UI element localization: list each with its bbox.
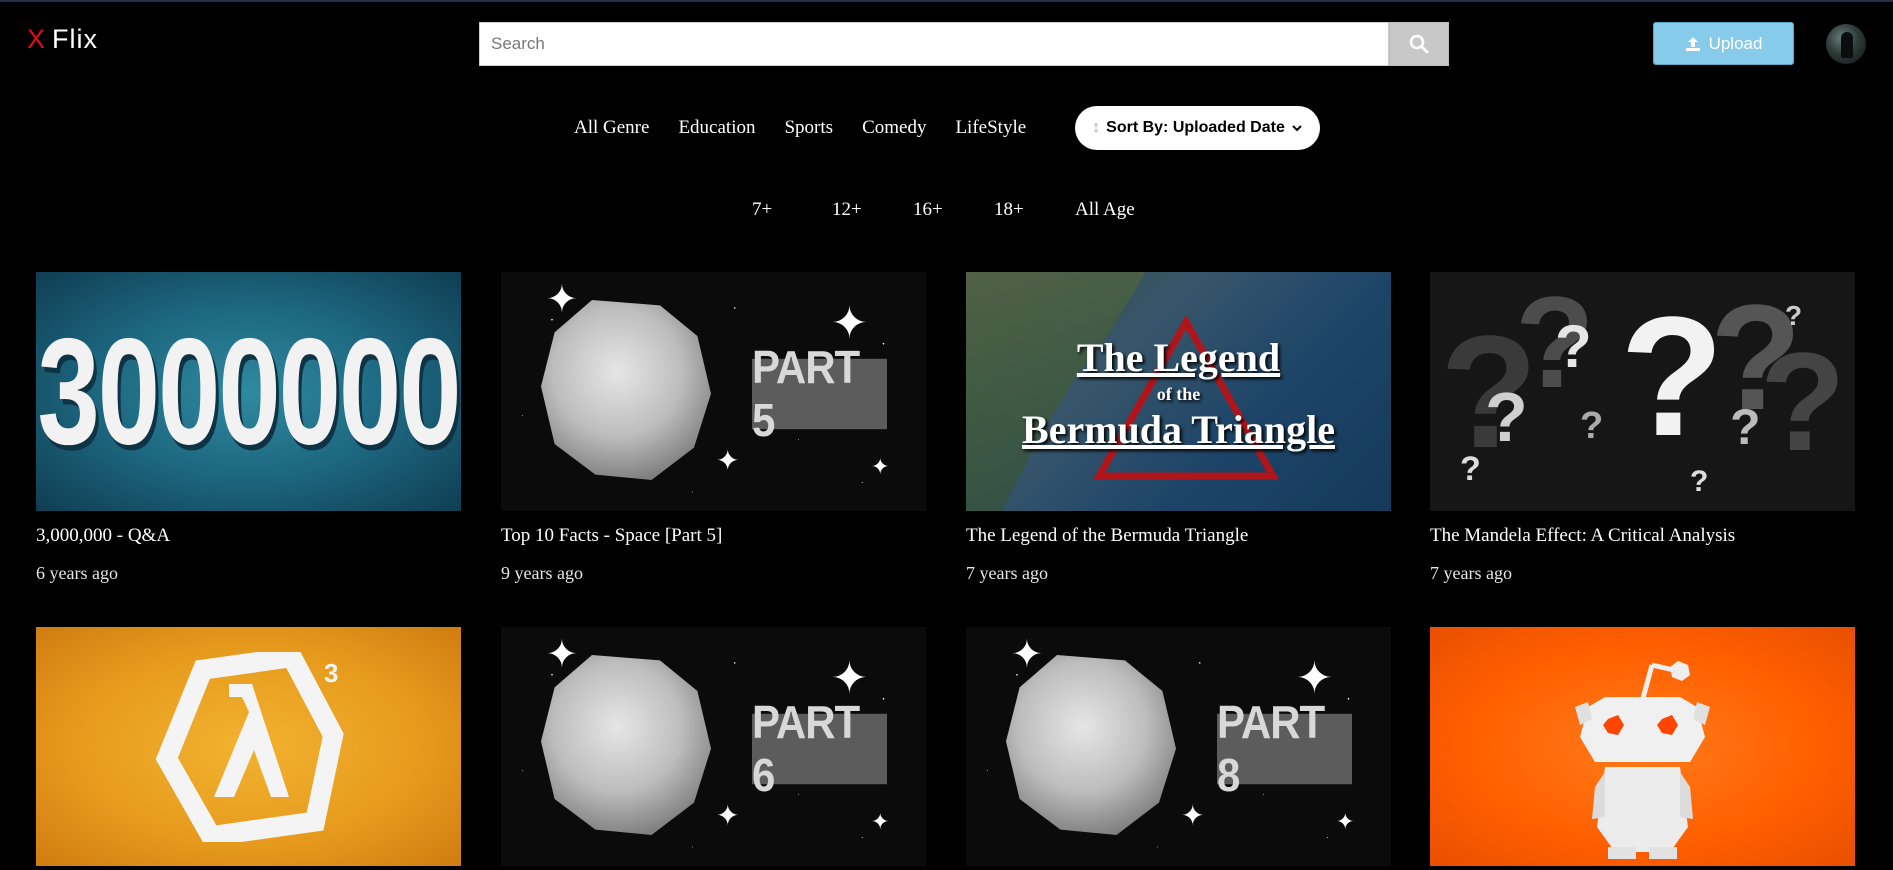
logo-mark: X [27, 24, 47, 54]
video-thumbnail[interactable]: 3 [36, 627, 461, 866]
video-card[interactable]: ✦ ✦ ✦ ✦ PART 5 Top 10 Facts - Space [Par… [501, 272, 926, 583]
thumbnail-text: PART 5 [752, 341, 887, 446]
video-thumbnail[interactable]: ? ? ? ? ? ? ? ? ? ? ? ? [1430, 272, 1855, 511]
age-all[interactable]: All Age [1075, 199, 1135, 221]
search-button[interactable] [1389, 22, 1449, 66]
logo-text: Flix [52, 24, 99, 54]
thumbnail-text: Bermuda Triangle [1022, 407, 1335, 452]
thumbnail-text: 3000000 [37, 307, 461, 476]
age-7-plus[interactable]: 7+ [752, 199, 772, 221]
video-date: 6 years ago [36, 563, 118, 583]
age-12-plus[interactable]: 12+ [832, 199, 862, 221]
search-input[interactable] [479, 22, 1389, 66]
sort-dropdown[interactable]: ↕ Sort By: Uploaded Date [1075, 106, 1320, 150]
video-card[interactable]: ? ? ? ? ? ? ? ? ? ? ? ? The Mandela Effe… [1430, 272, 1855, 583]
video-title[interactable]: The Legend of the Bermuda Triangle [966, 525, 1248, 547]
thumbnail-text: PART 6 [752, 696, 887, 801]
genre-education[interactable]: Education [678, 117, 755, 139]
thumbnail-text: The Legend [1076, 335, 1281, 380]
video-thumbnail[interactable]: ✦ ✦ ✦ ✦ PART 5 [501, 272, 926, 511]
search-bar [479, 22, 1449, 66]
upload-button[interactable]: Upload [1653, 22, 1794, 65]
video-card[interactable]: The Legend of the Bermuda Triangle The L… [966, 272, 1391, 583]
reddit-mascot [1575, 661, 1710, 859]
video-thumbnail[interactable] [1430, 627, 1855, 866]
sort-arrows-icon: ↕ [1092, 119, 1101, 136]
video-title[interactable]: Top 10 Facts - Space [Part 5] [501, 525, 722, 547]
genre-all[interactable]: All Genre [574, 117, 649, 139]
video-card[interactable] [1430, 627, 1855, 866]
genre-sports[interactable]: Sports [784, 117, 833, 139]
thumbnail-text: PART 8 [1217, 696, 1352, 801]
video-thumbnail[interactable]: The Legend of the Bermuda Triangle [966, 272, 1391, 511]
video-title[interactable]: 3,000,000 - Q&A [36, 525, 170, 547]
video-card[interactable]: 3 [36, 627, 461, 866]
video-date: 9 years ago [501, 563, 583, 583]
video-title[interactable]: The Mandela Effect: A Critical Analysis [1430, 525, 1735, 547]
lambda-logo: 3 [155, 652, 344, 842]
genre-filter-bar: All Genre Education Sports Comedy LifeSt… [0, 106, 1893, 150]
top-border [0, 0, 1893, 2]
video-card[interactable]: ✦ ✦ ✦ ✦ PART 8 [966, 627, 1391, 866]
genre-comedy[interactable]: Comedy [862, 117, 926, 139]
video-card[interactable]: ✦ ✦ ✦ ✦ PART 6 [501, 627, 926, 866]
app-logo[interactable]: X Flix [27, 24, 98, 55]
avatar[interactable] [1826, 24, 1866, 64]
thumbnail-text: of the [1156, 384, 1201, 404]
video-thumbnail[interactable]: ✦ ✦ ✦ ✦ PART 6 [501, 627, 926, 866]
upload-icon [1685, 36, 1700, 51]
genre-lifestyle[interactable]: LifeStyle [955, 117, 1026, 139]
video-date: 7 years ago [966, 563, 1048, 583]
age-16-plus[interactable]: 16+ [913, 199, 943, 221]
chevron-down-icon [1292, 125, 1302, 132]
search-icon [1409, 34, 1429, 54]
svg-text:3: 3 [324, 658, 338, 688]
video-date: 7 years ago [1430, 563, 1512, 583]
sort-label: Sort By: Uploaded Date [1106, 119, 1285, 136]
age-18-plus[interactable]: 18+ [994, 199, 1024, 221]
upload-label: Upload [1708, 33, 1763, 53]
video-card[interactable]: 3000000 3,000,000 - Q&A 6 years ago [36, 272, 461, 583]
video-thumbnail[interactable]: ✦ ✦ ✦ ✦ PART 8 [966, 627, 1391, 866]
video-thumbnail[interactable]: 3000000 [36, 272, 461, 511]
